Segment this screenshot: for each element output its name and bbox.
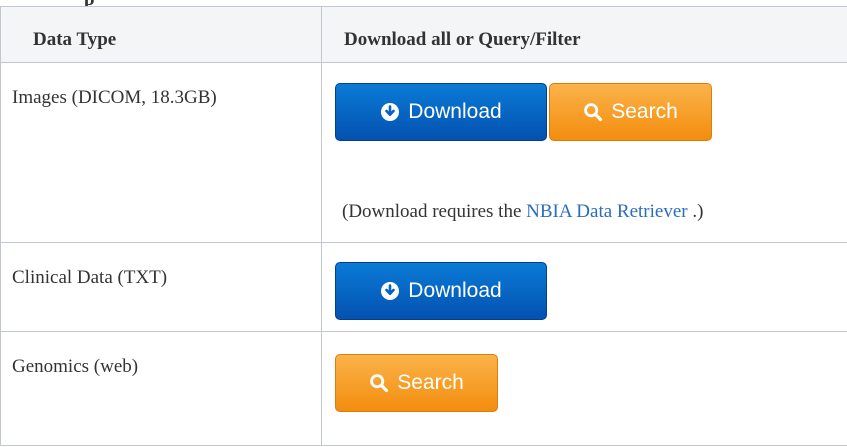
download-label: Download (408, 279, 502, 302)
genomics-search-button[interactable]: Search (335, 354, 498, 412)
nbia-data-retriever-link[interactable]: NBIA Data Retriever (526, 201, 687, 222)
magnifier-icon (583, 102, 603, 122)
circle-down-arrow-icon (380, 102, 400, 122)
circle-down-arrow-icon (380, 281, 400, 301)
row-actions-cell: Download Search (Download requires the N… (321, 62, 847, 243)
images-search-button[interactable]: Search (549, 83, 712, 141)
download-requirement-note: (Download requires the NBIA Data Retriev… (342, 201, 704, 222)
row-label: Clinical Data (TXT) (12, 267, 168, 288)
header-data-type: Data Type (0, 6, 322, 63)
images-download-button[interactable]: Download (335, 83, 547, 141)
row-actions-cell: Download (321, 242, 847, 332)
row-label: Images (DICOM, 18.3GB) (12, 87, 217, 108)
table-header-row: Data Type Download all or Query/Filter (0, 6, 847, 63)
table-row-genomics: Genomics (web) Search (0, 331, 847, 446)
table-row-images: Images (DICOM, 18.3GB) Download Search (… (0, 62, 847, 243)
download-label: Download (408, 100, 502, 123)
action-buttons: Download Search (Download requires the N… (322, 63, 847, 242)
search-label: Search (611, 100, 678, 123)
data-download-table: Data Type Download all or Query/Filter I… (0, 6, 847, 446)
header-download-query: Download all or Query/Filter (321, 6, 847, 63)
row-actions-cell: Search (321, 331, 847, 446)
row-label-cell: Clinical Data (TXT) (0, 242, 322, 332)
magnifier-icon (369, 373, 389, 393)
search-label: Search (397, 371, 464, 394)
row-label-cell: Images (DICOM, 18.3GB) (0, 62, 322, 243)
row-label-cell: Genomics (web) (0, 331, 322, 446)
table-row-clinical: Clinical Data (TXT) Download (0, 242, 847, 332)
row-label: Genomics (web) (12, 356, 139, 377)
clinical-download-button[interactable]: Download (335, 262, 547, 320)
